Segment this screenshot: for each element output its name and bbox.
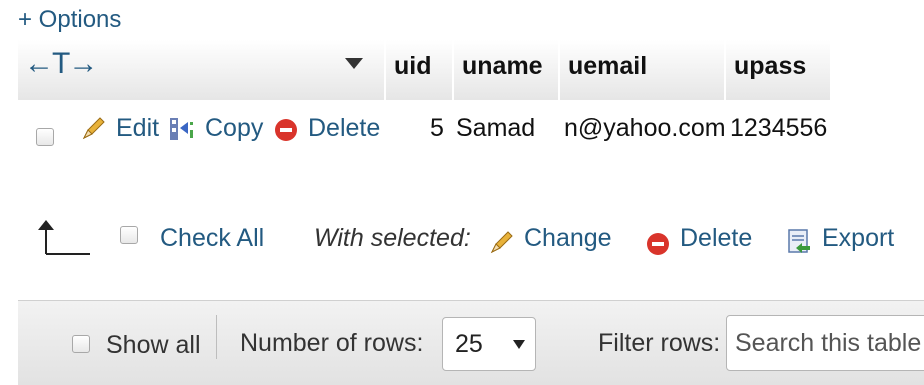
column-header-uname[interactable]: uname xyxy=(454,40,558,100)
sort-dropdown-triangle-icon[interactable] xyxy=(345,58,363,70)
cell-uemail: n@yahoo.com xyxy=(564,114,726,142)
column-header-uemail[interactable]: uemail xyxy=(560,40,724,100)
divider xyxy=(216,315,217,359)
column-header-label: uemail xyxy=(568,52,648,80)
check-all-label[interactable]: Check All xyxy=(160,224,264,253)
cell-uname: Samad xyxy=(456,114,536,142)
column-header-uid[interactable]: uid xyxy=(386,40,452,100)
bulk-actions-bar: Check All With selected: Change Delete E… xyxy=(0,210,924,280)
show-all-label[interactable]: Show all xyxy=(106,331,201,360)
chevron-down-icon xyxy=(513,340,525,349)
cell-uid: 5 xyxy=(430,114,444,142)
table-navigation-bar: Show all Number of rows: 25 Filter rows: xyxy=(18,300,924,385)
pencil-icon xyxy=(82,117,105,140)
delete-selected-button[interactable]: Delete xyxy=(680,224,752,253)
export-icon xyxy=(788,229,810,253)
export-selected-button[interactable]: Export xyxy=(822,224,894,253)
delete-link[interactable]: Delete xyxy=(308,114,380,143)
column-resize-arrows-icon[interactable]: ←T→ xyxy=(24,47,98,81)
number-of-rows-value: 25 xyxy=(455,330,483,358)
check-all-checkbox[interactable] xyxy=(120,226,138,244)
options-toggle-link[interactable]: + Options xyxy=(18,6,121,34)
copy-link[interactable]: Copy xyxy=(205,114,263,143)
column-header-label: uname xyxy=(462,52,543,80)
copy-icon xyxy=(170,118,193,140)
number-of-rows-label: Number of rows: xyxy=(240,329,424,357)
row-checkbox[interactable] xyxy=(36,128,54,146)
show-all-checkbox[interactable] xyxy=(72,335,90,353)
edit-link[interactable]: Edit xyxy=(116,114,159,143)
arrow-up-left-icon xyxy=(38,220,90,255)
delete-icon xyxy=(275,119,297,141)
filter-rows-label: Filter rows: xyxy=(598,329,721,357)
column-header-label: uid xyxy=(394,52,432,80)
cell-upass: 1234556 xyxy=(730,114,828,142)
with-selected-label: With selected: xyxy=(314,224,471,252)
column-header-upass[interactable]: upass xyxy=(726,40,830,100)
delete-icon xyxy=(647,233,669,255)
table-row: Edit Copy Delete 5 Samad n@yahoo.com 123… xyxy=(18,100,828,168)
change-selected-button[interactable]: Change xyxy=(524,224,612,253)
column-header-label: upass xyxy=(734,52,807,80)
filter-rows-search-input[interactable] xyxy=(726,315,924,371)
pencil-icon xyxy=(490,231,513,254)
number-of-rows-select[interactable]: 25 xyxy=(442,317,536,371)
